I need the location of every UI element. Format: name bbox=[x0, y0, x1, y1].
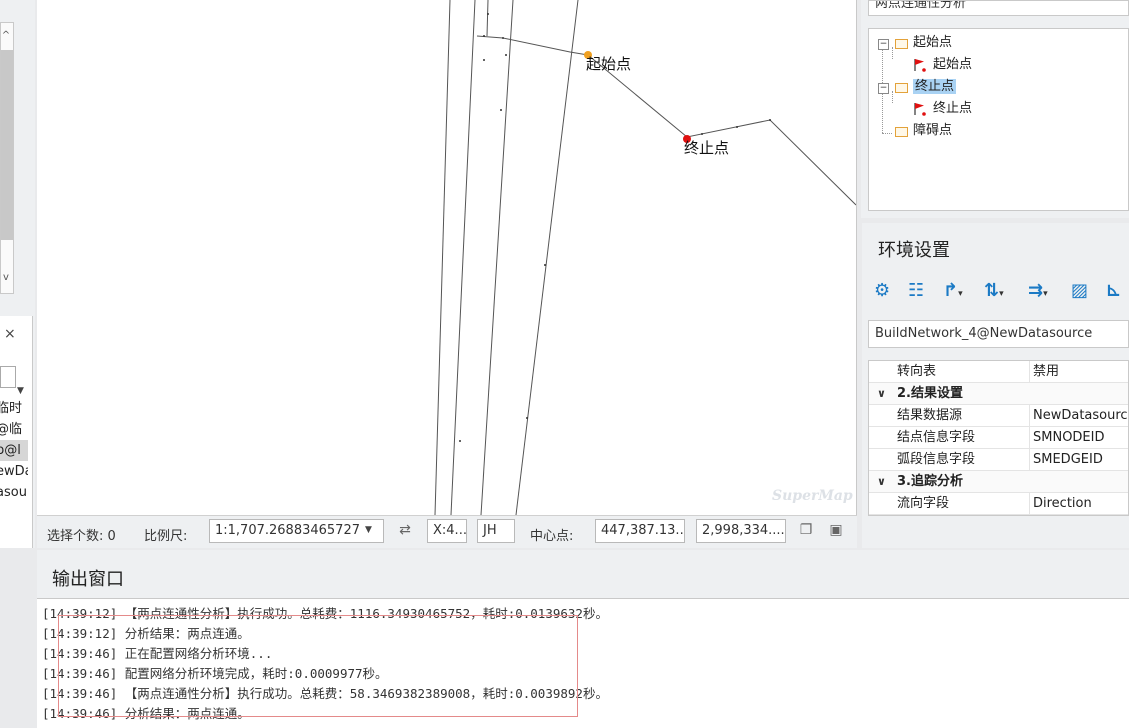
property-value[interactable]: Direction bbox=[1033, 493, 1092, 515]
property-key: 流向字段 bbox=[897, 496, 950, 511]
analysis-point-tree: − 起始点 起始点 − 终止点 终止点 障碍点 bbox=[868, 28, 1129, 211]
property-row[interactable]: 流向字段 Direction bbox=[869, 493, 1128, 515]
property-category[interactable]: ∨ 2.结果设置 bbox=[869, 383, 1128, 405]
property-category[interactable]: ∨ 3.追踪分析 bbox=[869, 471, 1128, 493]
property-value[interactable]: 禁用 bbox=[1033, 361, 1059, 383]
center-x-field[interactable]: 447,387.13... bbox=[595, 519, 685, 543]
supermap-watermark: SuperMap bbox=[772, 488, 853, 504]
property-row[interactable]: 弧段信息字段 SMEDGEID bbox=[869, 449, 1128, 471]
paste-icon[interactable]: ▣ bbox=[827, 522, 845, 540]
coordinate-system-field[interactable]: JH bbox=[477, 519, 515, 543]
log-highlight-box bbox=[58, 615, 578, 717]
property-value[interactable]: SMEDGEID bbox=[1033, 449, 1103, 471]
property-value[interactable]: NewDatasource bbox=[1033, 405, 1128, 427]
map-statusbar: 选择个数: 0 比例尺: 1:1,707.26883465727 ▼ ⇄ X:4… bbox=[37, 515, 857, 548]
property-key: 转向表 bbox=[897, 364, 937, 379]
env-panel-title: 环境设置 bbox=[878, 240, 950, 261]
scale-label: 比例尺: bbox=[144, 529, 188, 544]
scroll-down-icon[interactable]: v bbox=[0, 272, 12, 286]
property-value[interactable]: SMNODEID bbox=[1033, 427, 1105, 449]
map-canvas[interactable]: 起始点 终止点 SuperMap bbox=[37, 0, 857, 515]
scale-combobox[interactable]: 1:1,707.26883465727 bbox=[209, 519, 384, 543]
output-window-title: 输出窗口 bbox=[52, 569, 124, 590]
property-grid: 转向表 禁用 ∨ 2.结果设置 结果数据源 NewDatasource 结点信息字段 S… bbox=[868, 360, 1129, 516]
property-key: 弧段信息字段 bbox=[897, 452, 976, 467]
property-row[interactable]: 结点信息字段 SMNODEID bbox=[869, 427, 1128, 449]
weight-icon[interactable]: ⇅▾ bbox=[984, 280, 1004, 304]
category-label: 3.追踪分析 bbox=[897, 474, 963, 489]
list-item[interactable]: ewDa bbox=[0, 461, 28, 482]
coordinate-x-field[interactable]: X:4... bbox=[427, 519, 467, 543]
folder-icon bbox=[895, 83, 908, 93]
chevron-down-icon[interactable]: ▼ bbox=[365, 525, 372, 535]
folder-icon bbox=[895, 127, 908, 137]
property-key: 结果数据源 bbox=[897, 408, 963, 423]
property-row[interactable]: 结果数据源 NewDatasource bbox=[869, 405, 1128, 427]
category-label: 2.结果设置 bbox=[897, 386, 963, 401]
chevron-down-icon[interactable]: ▼ bbox=[17, 386, 24, 396]
gear-icon[interactable]: ⚙ bbox=[874, 280, 890, 304]
tree-group-end[interactable]: 终止点 bbox=[913, 77, 957, 97]
swap-icon[interactable]: ⇄ bbox=[396, 522, 414, 540]
left-scrollbar-thumb[interactable] bbox=[1, 50, 13, 240]
chevron-down-icon[interactable]: ∨ bbox=[877, 383, 886, 405]
collapse-toggle[interactable]: − bbox=[878, 83, 889, 94]
arrow-branch-icon[interactable]: ↱▾ bbox=[943, 280, 963, 304]
analysis-title: 两点连通性分析 bbox=[868, 0, 1129, 16]
tree-group-barrier[interactable]: 障碍点 bbox=[913, 121, 952, 141]
center-label: 中心点: bbox=[530, 529, 574, 544]
scroll-up-icon[interactable]: ^ bbox=[0, 30, 12, 44]
close-icon[interactable]: × bbox=[4, 326, 16, 342]
left-dropdown-box[interactable] bbox=[0, 366, 16, 388]
direction-icon[interactable]: ⇉▾ bbox=[1028, 280, 1048, 304]
path-icon[interactable]: ⊾ bbox=[1106, 280, 1121, 304]
tree-group-end-label[interactable]: 终止点 bbox=[913, 79, 957, 94]
tree-item-end[interactable]: 终止点 bbox=[933, 99, 972, 119]
copy-icon[interactable]: ❐ bbox=[797, 522, 815, 540]
flag-icon bbox=[914, 59, 926, 72]
list-item[interactable]: 临时 bbox=[0, 398, 28, 419]
folder-icon bbox=[895, 39, 908, 49]
start-point-label: 起始点 bbox=[586, 55, 632, 73]
tree-item-start[interactable]: 起始点 bbox=[933, 55, 972, 75]
selected-count: 选择个数: 0 bbox=[47, 529, 116, 544]
end-point-label: 终止点 bbox=[684, 139, 730, 157]
collapse-toggle[interactable]: − bbox=[878, 39, 889, 50]
property-key: 结点信息字段 bbox=[897, 430, 976, 445]
grid-icon[interactable]: ☷ bbox=[908, 280, 924, 304]
list-item[interactable]: p@l bbox=[0, 440, 28, 461]
network-lines bbox=[434, 0, 856, 515]
chevron-down-icon[interactable]: ∨ bbox=[877, 471, 886, 493]
center-y-field[interactable]: 2,998,334.... bbox=[696, 519, 786, 543]
tree-group-start[interactable]: 起始点 bbox=[913, 33, 952, 53]
flag-icon bbox=[914, 103, 926, 116]
list-item[interactable]: @临 bbox=[0, 419, 28, 440]
network-dataset-field[interactable]: BuildNetwork_4@NewDatasource bbox=[868, 320, 1129, 348]
layer-list: 临时 @临 p@l ewDa asour bbox=[0, 398, 28, 503]
list-item[interactable]: asour bbox=[0, 482, 28, 503]
property-row[interactable]: 转向表 禁用 bbox=[869, 361, 1128, 383]
raster-icon[interactable]: ▨ bbox=[1071, 280, 1088, 304]
